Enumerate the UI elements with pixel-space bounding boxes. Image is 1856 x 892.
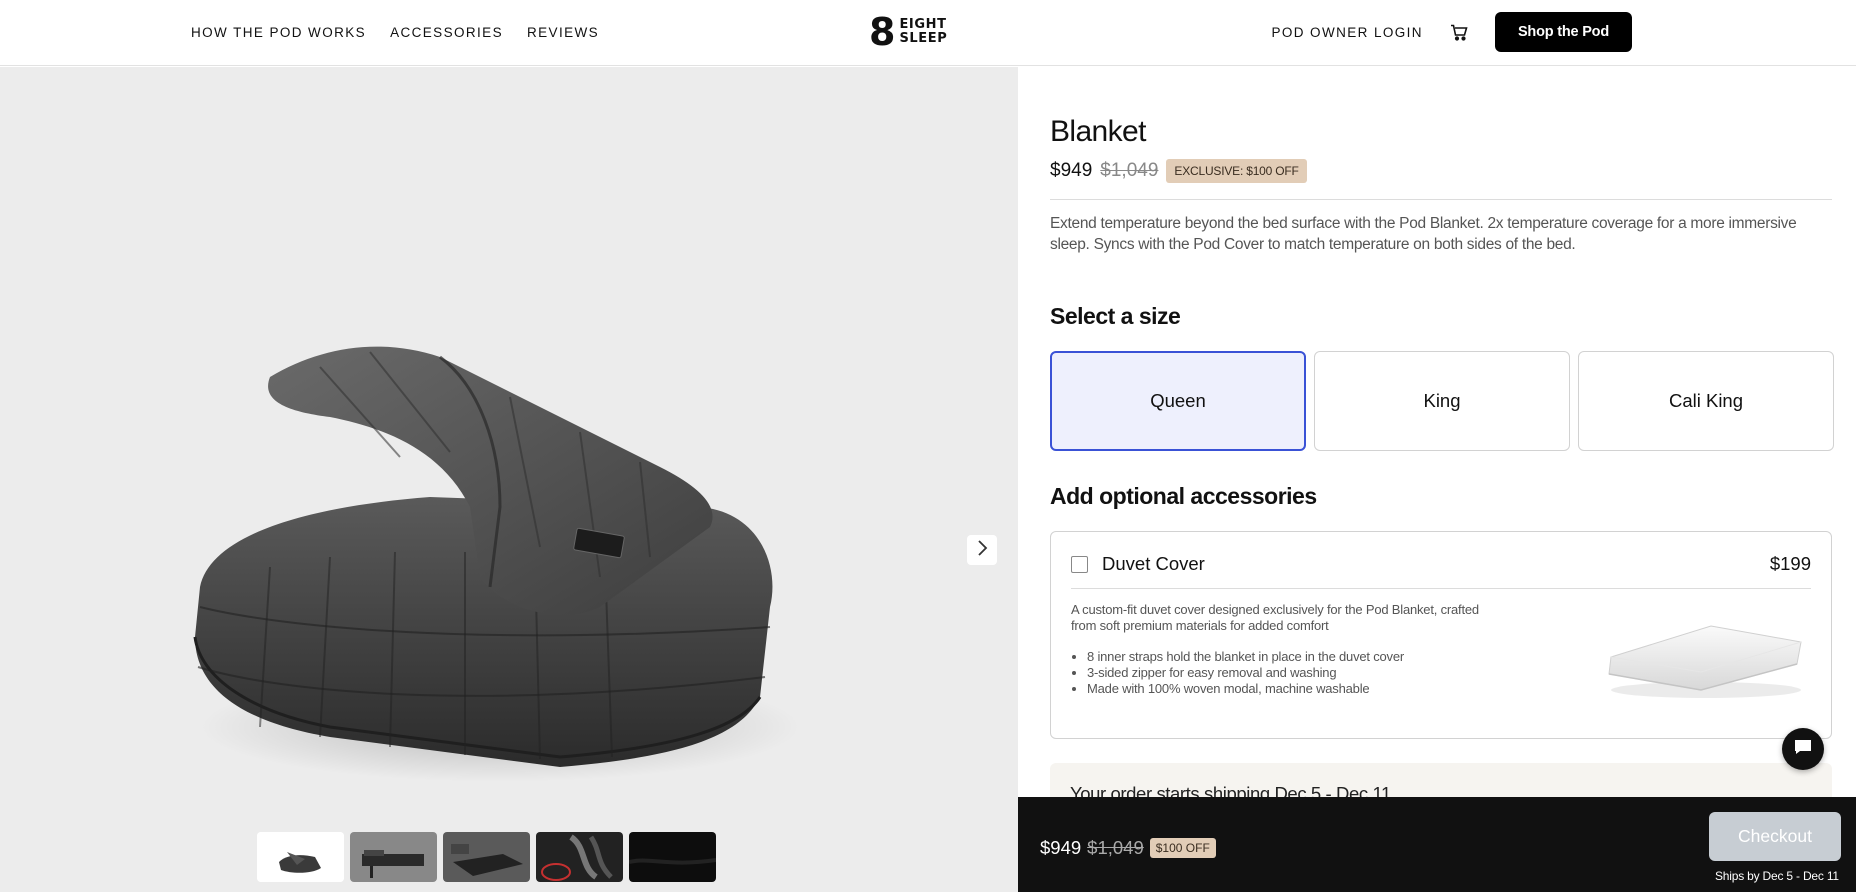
accessories-section-title: Add optional accessories (1050, 483, 1317, 509)
product-original-price: $1,049 (1100, 160, 1159, 181)
size-option-queen[interactable]: Queen (1050, 351, 1306, 451)
accessory-feature: 3-sided zipper for easy removal and wash… (1087, 665, 1507, 681)
accessory-divider (1071, 588, 1811, 589)
product-description: Extend temperature beyond the bed surfac… (1050, 215, 1797, 253)
shop-the-pod-button[interactable]: Shop the Pod (1494, 12, 1632, 52)
size-option-king[interactable]: King (1314, 351, 1570, 451)
accessory-description: A custom-fit duvet cover designed exclus… (1071, 602, 1479, 633)
divider (1050, 199, 1832, 200)
chevron-right-icon (976, 539, 988, 562)
checkout-original-price: $1,049 (1087, 837, 1144, 858)
accessory-feature: 8 inner straps hold the blanket in place… (1087, 649, 1507, 665)
discount-badge: EXCLUSIVE: $100 OFF (1166, 159, 1307, 183)
duvet-cover-image (1608, 625, 1802, 698)
ships-by-text: Ships by Dec 5 - Dec 11 (1715, 869, 1839, 883)
primary-nav: HOW THE POD WORKS ACCESSORIES REVIEWS (191, 0, 599, 64)
size-option-cali-king[interactable]: Cali King (1578, 351, 1834, 451)
product-title: Blanket (1050, 115, 1146, 148)
checkout-price-row: $949 $1,049 $100 OFF (1040, 837, 1216, 859)
nav-how-the-pod-works[interactable]: HOW THE POD WORKS (191, 25, 366, 40)
price-row: $949 $1,049 EXCLUSIVE: $100 OFF (1050, 159, 1307, 183)
chat-icon (1793, 738, 1813, 761)
checkout-bar: $949 $1,049 $100 OFF Checkout Ships by D… (1018, 797, 1856, 892)
nav-reviews[interactable]: REVIEWS (527, 25, 599, 40)
duvet-cover-checkbox[interactable] (1071, 555, 1088, 573)
nav-accessories[interactable]: ACCESSORIES (390, 25, 503, 40)
gallery-next-button[interactable] (967, 535, 997, 565)
logo-wordmark: EIGHT SLEEP (899, 18, 947, 46)
accessory-card-duvet-cover[interactable]: Duvet Cover $199 A custom-fit duvet cove… (1050, 531, 1832, 739)
size-selector: Queen King Cali King (1050, 351, 1834, 451)
thumbnail-2[interactable] (350, 832, 437, 882)
site-header: HOW THE POD WORKS ACCESSORIES REVIEWS 8 … (0, 0, 1856, 66)
header-actions: POD OWNER LOGIN Shop the Pod (1271, 12, 1632, 52)
thumbnail-3[interactable] (443, 832, 530, 882)
eight-sleep-logo[interactable]: 8 EIGHT SLEEP (869, 10, 947, 54)
checkout-price: $949 (1040, 837, 1082, 858)
logo-mark: 8 (869, 10, 896, 54)
blanket-product-image (193, 346, 800, 782)
logo-line-1: EIGHT (899, 17, 947, 32)
thumbnail-1[interactable] (257, 832, 344, 882)
thumbnail-5[interactable] (629, 832, 716, 882)
accessory-header: Duvet Cover $199 (1071, 552, 1811, 576)
accessory-price: $199 (1769, 553, 1811, 574)
accessory-name: Duvet Cover (1102, 553, 1205, 574)
product-gallery (0, 67, 1018, 892)
accessory-feature: Made with 100% woven modal, machine wash… (1087, 681, 1507, 697)
chat-button[interactable] (1782, 728, 1824, 770)
logo-line-2: SLEEP (899, 31, 948, 46)
checkout-discount-badge: $100 OFF (1149, 838, 1216, 858)
product-details-panel: Blanket $949 $1,049 EXCLUSIVE: $100 OFF … (1018, 67, 1856, 892)
product-price: $949 (1050, 160, 1093, 181)
pod-owner-login-link[interactable]: POD OWNER LOGIN (1271, 25, 1423, 40)
accessory-features: 8 inner straps hold the blanket in place… (1087, 649, 1507, 697)
cart-icon[interactable] (1449, 22, 1469, 42)
thumbnail-4[interactable] (536, 832, 623, 882)
gallery-thumbnails (257, 832, 716, 882)
checkout-button[interactable]: Checkout (1709, 812, 1841, 861)
size-section-title: Select a size (1050, 303, 1181, 329)
